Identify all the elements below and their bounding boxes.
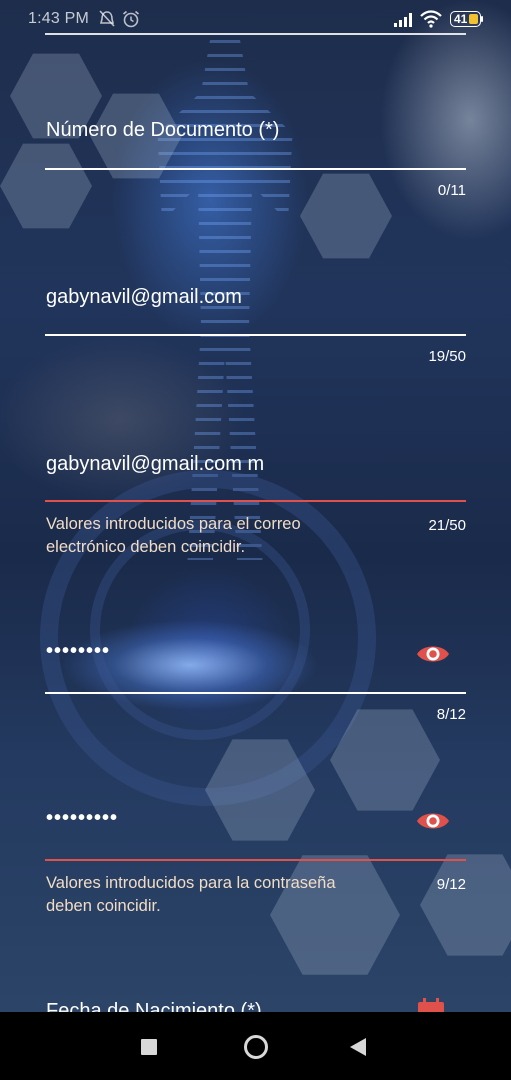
password-value: •••••••• [46,640,111,662]
password-confirm-counter: 9/12 [436,876,466,893]
alarm-clock-icon [122,10,140,28]
password-confirm-value: ••••••••• [46,807,119,829]
email-confirm-value: gabynavil@gmail.com m [46,453,265,475]
birth-date-field[interactable]: Fecha de Nacimiento (*) [45,990,466,1012]
eye-icon[interactable] [416,809,450,833]
email-underline [45,334,466,336]
battery-icon: 41 [450,11,483,27]
signal-icon [394,13,412,27]
password-confirm-field[interactable]: ••••••••• 9/12 Valores introducidos para… [45,799,466,919]
recents-square-icon[interactable] [141,1039,157,1055]
email-confirm-underline [45,500,466,502]
email-field[interactable]: gabynavil@gmail.com 19/50 [45,276,466,368]
battery-level: 41 [454,12,468,26]
password-confirm-underline [45,859,466,861]
email-value: gabynavil@gmail.com [46,286,242,308]
password-underline [45,692,466,694]
status-time: 1:43 PM [28,10,89,27]
birth-date-label: Fecha de Nacimiento (*) [46,1000,262,1012]
document-number-underline [45,168,466,170]
wifi-icon [420,10,442,28]
email-mismatch-error: Valores introducidos para el correo elec… [46,515,301,556]
document-number-counter: 0/11 [437,182,466,199]
document-number-label: Número de Documento (*) [46,119,280,141]
alarm-off-icon [99,10,115,27]
previous-field-underline [45,33,466,35]
password-field[interactable]: •••••••• 8/12 [45,632,466,727]
home-circle-icon[interactable] [244,1035,268,1059]
email-counter: 19/50 [428,348,466,365]
password-mismatch-error: Valores introducidos para la contraseña … [46,874,336,915]
password-counter: 8/12 [436,706,466,723]
email-confirm-field[interactable]: gabynavil@gmail.com m 21/50 Valores intr… [45,442,466,562]
document-number-field[interactable]: Número de Documento (*) 0/11 [45,110,466,200]
calendar-icon[interactable] [416,997,446,1012]
eye-icon[interactable] [416,642,450,666]
email-confirm-counter: 21/50 [428,517,466,534]
navigation-bar [0,1012,511,1080]
back-triangle-icon[interactable] [348,1036,368,1058]
